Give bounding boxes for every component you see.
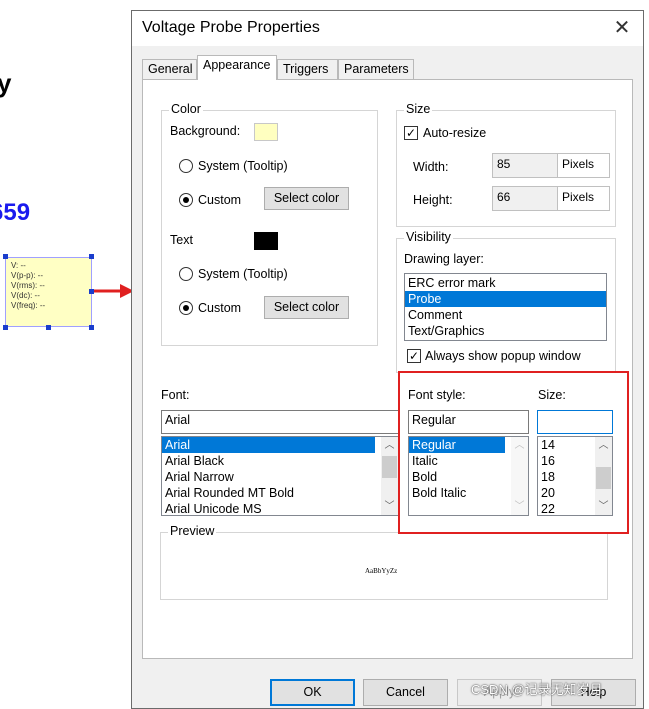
size-group-title: Size xyxy=(404,102,433,116)
tab-general[interactable]: General xyxy=(142,59,197,79)
visibility-group-title: Visibility xyxy=(404,230,453,244)
voltage-probe-properties-dialog: Voltage Probe Properties ✕ General Appea… xyxy=(131,10,644,709)
selection-handle[interactable] xyxy=(3,325,8,330)
text-system-label[interactable]: System (Tooltip) xyxy=(198,267,288,281)
drawing-layer-list[interactable]: ERC error mark Probe Comment Text/Graphi… xyxy=(404,273,607,341)
selection-handle[interactable] xyxy=(46,325,51,330)
layer-item-erc-error-mark[interactable]: ERC error mark xyxy=(405,275,606,291)
selection-handle[interactable] xyxy=(89,254,94,259)
selection-handle[interactable] xyxy=(3,254,8,259)
text-select-color-button[interactable]: Select color xyxy=(264,296,349,319)
selection-handle[interactable] xyxy=(89,325,94,330)
text-custom-radio[interactable] xyxy=(179,301,193,315)
background-number-fragment: 659 xyxy=(0,199,31,226)
font-item-arial-rounded-mt-bold[interactable]: Arial Rounded MT Bold xyxy=(162,485,398,501)
probe-line: V(rms): -- xyxy=(11,281,45,290)
font-name-list[interactable]: Arial Arial Black Arial Narrow Arial Rou… xyxy=(161,436,399,516)
probe-line: V(freq): -- xyxy=(11,301,46,310)
auto-resize-checkbox[interactable]: ✓ xyxy=(404,126,418,140)
ok-button[interactable]: OK xyxy=(270,679,355,706)
layer-item-text-graphics[interactable]: Text/Graphics xyxy=(405,323,606,339)
close-icon[interactable]: ✕ xyxy=(609,16,635,40)
background-select-color-button[interactable]: Select color xyxy=(264,187,349,210)
dialog-title: Voltage Probe Properties xyxy=(142,19,320,36)
text-color-label: Text xyxy=(170,233,193,247)
text-custom-label[interactable]: Custom xyxy=(198,301,241,315)
background-system-radio[interactable] xyxy=(179,159,193,173)
background-system-label[interactable]: System (Tooltip) xyxy=(198,159,288,173)
watermark-text: CSDN @记录无知岁月 xyxy=(471,682,603,697)
red-arrow-annotation xyxy=(94,284,134,298)
tab-triggers[interactable]: Triggers xyxy=(277,59,338,79)
tab-parameters[interactable]: Parameters xyxy=(338,59,414,79)
chevron-up-icon[interactable]: ︿ xyxy=(381,437,398,454)
width-field[interactable]: 85 xyxy=(492,153,558,178)
layer-item-probe[interactable]: Probe xyxy=(405,291,606,307)
background-color-swatch xyxy=(254,123,278,141)
height-label: Height: xyxy=(413,193,453,207)
appearance-panel: Color Background: System (Tooltip) Custo… xyxy=(142,79,633,659)
background-custom-radio[interactable] xyxy=(179,193,193,207)
color-group-title: Color xyxy=(169,102,203,116)
preview-title: Preview xyxy=(168,524,217,538)
height-field[interactable]: 66 xyxy=(492,186,558,211)
width-label: Width: xyxy=(413,160,449,174)
text-system-radio[interactable] xyxy=(179,267,193,281)
preview-group: Preview AaBbYyZz xyxy=(160,524,608,600)
probe-line: V: -- xyxy=(11,261,26,270)
height-unit-label: Pixels xyxy=(558,186,610,211)
visibility-group: Visibility Drawing layer: ERC error mark… xyxy=(396,230,616,373)
cancel-button[interactable]: Cancel xyxy=(363,679,448,706)
size-group: Size ✓ Auto-resize Width: 85 Pixels Heig… xyxy=(396,102,616,227)
font-item-arial-narrow[interactable]: Arial Narrow xyxy=(162,469,398,485)
background-label: Background: xyxy=(170,124,241,138)
scrollbar-thumb[interactable] xyxy=(382,456,397,478)
font-name-input[interactable]: Arial xyxy=(161,410,399,434)
always-show-checkbox[interactable]: ✓ xyxy=(407,349,421,363)
tab-appearance[interactable]: Appearance xyxy=(197,55,277,80)
width-unit-label: Pixels xyxy=(558,153,610,178)
probe-line: V(dc): -- xyxy=(11,291,40,300)
font-label: Font: xyxy=(161,388,190,402)
probe-tooltip-box[interactable]: V: -- V(p-p): -- V(rms): -- V(dc): -- V(… xyxy=(5,257,92,327)
color-group: Color Background: System (Tooltip) Custo… xyxy=(161,102,378,346)
text-color-swatch xyxy=(254,232,278,250)
probe-line: V(p-p): -- xyxy=(11,271,43,280)
drawing-layer-label: Drawing layer: xyxy=(404,252,484,266)
preview-sample-text: AaBbYyZz xyxy=(365,567,398,575)
background-custom-label[interactable]: Custom xyxy=(198,193,241,207)
font-item-arial-black[interactable]: Arial Black xyxy=(162,453,398,469)
red-highlight-frame xyxy=(398,371,629,534)
layer-item-comment[interactable]: Comment xyxy=(405,307,606,323)
title-bar[interactable]: Voltage Probe Properties ✕ xyxy=(132,11,643,46)
auto-resize-label[interactable]: Auto-resize xyxy=(423,126,486,140)
font-item-arial-unicode-ms[interactable]: Arial Unicode MS xyxy=(162,501,398,515)
background-text-fragment: y xyxy=(0,68,12,98)
always-show-label[interactable]: Always show popup window xyxy=(425,349,581,363)
chevron-down-icon[interactable]: ﹀ xyxy=(381,498,398,515)
font-item-arial[interactable]: Arial xyxy=(162,437,375,453)
font-list-scrollbar[interactable]: ︿ ﹀ xyxy=(381,437,398,515)
